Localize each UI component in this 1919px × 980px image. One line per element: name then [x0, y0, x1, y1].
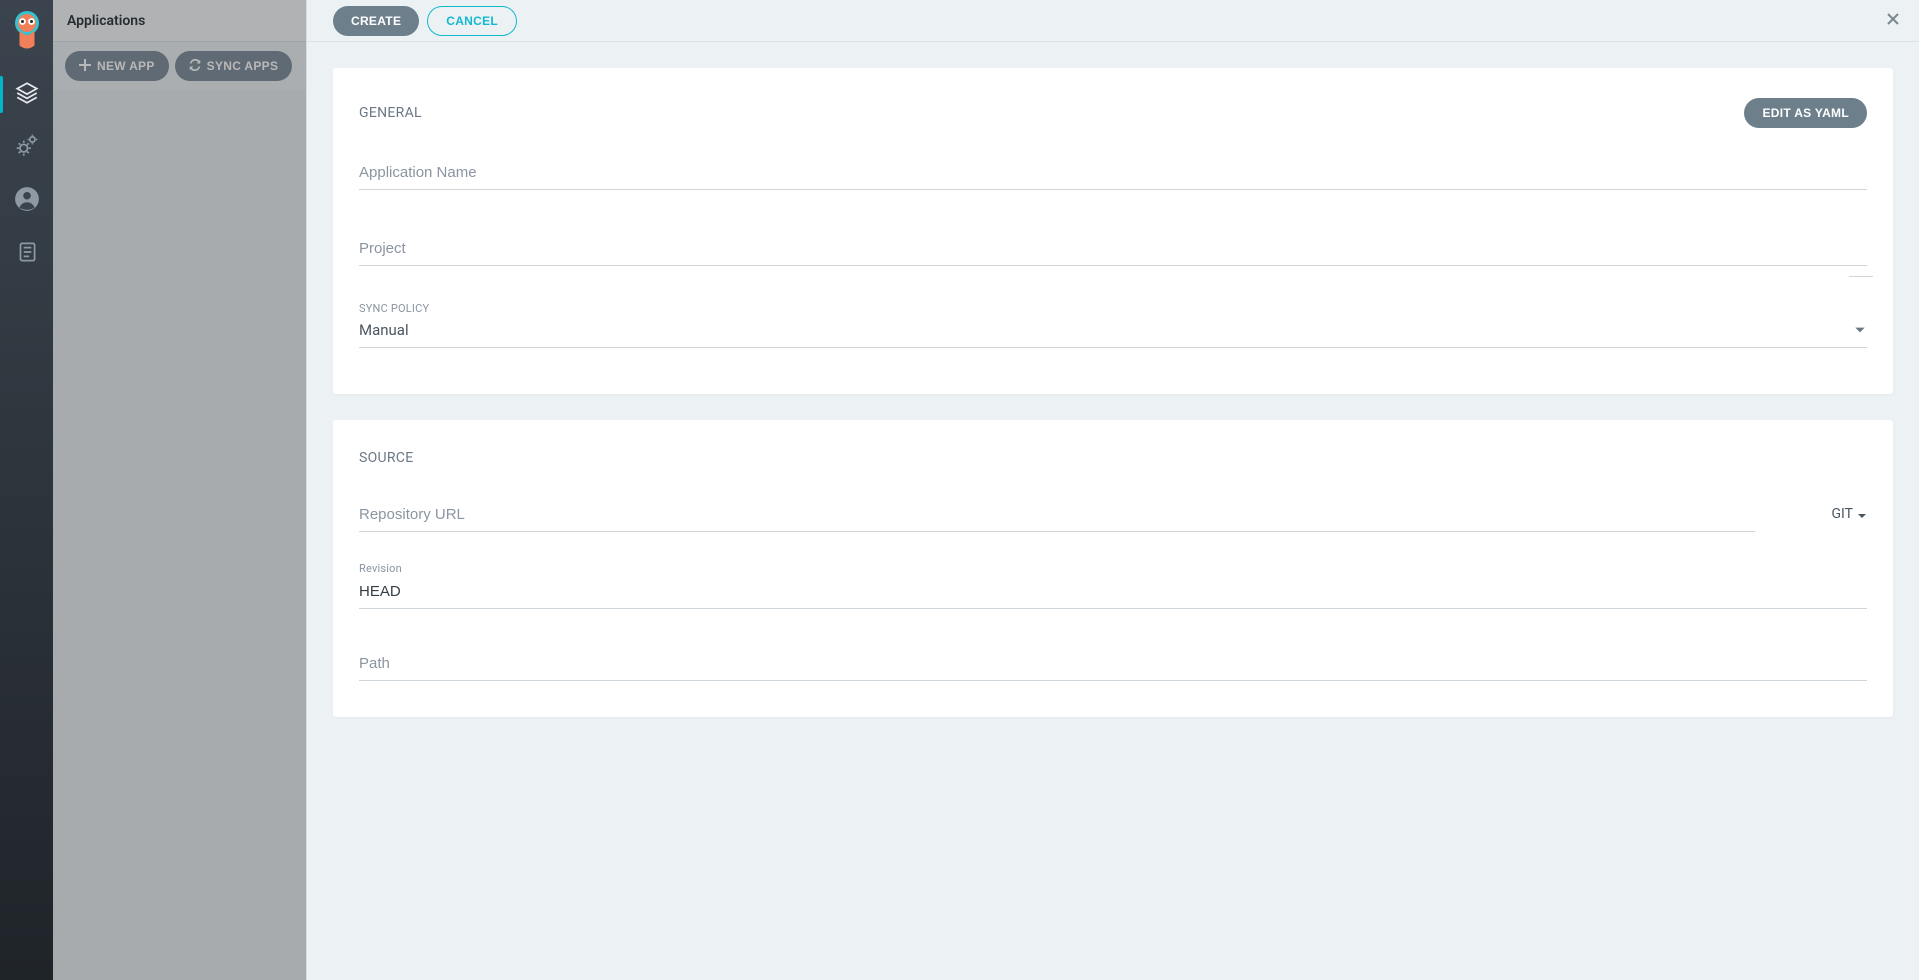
nav-docs[interactable]: [0, 227, 53, 280]
nav-icon-rail: [0, 0, 53, 980]
sidebar-title: Applications: [53, 0, 306, 42]
gears-icon: [14, 133, 40, 163]
new-app-label: NEW APP: [97, 59, 155, 73]
revision-field: Revision: [359, 562, 1867, 609]
nav-applications[interactable]: [0, 68, 53, 121]
plus-icon: [79, 59, 91, 74]
nav-settings[interactable]: [0, 121, 53, 174]
sidebar-toolbar: NEW APP SYNC APPS: [53, 42, 306, 90]
cancel-button[interactable]: CANCEL: [427, 6, 517, 36]
source-section-title: SOURCE: [359, 450, 414, 466]
close-icon: [1885, 11, 1901, 31]
argo-logo: [9, 4, 45, 60]
path-input[interactable]: [359, 649, 1867, 681]
applications-sidebar: Applications NEW APP SYNC APPS: [53, 0, 307, 980]
sync-icon: [189, 59, 201, 74]
sync-policy-field: SYNC POLICY Manual: [359, 302, 1867, 348]
edit-as-yaml-button[interactable]: EDIT AS YAML: [1744, 98, 1867, 128]
revision-label: Revision: [359, 562, 1867, 575]
path-field: [359, 649, 1867, 681]
sync-policy-value: Manual: [359, 321, 409, 339]
book-icon: [14, 239, 40, 269]
application-name-field: [359, 158, 1867, 190]
source-card: SOURCE GIT Revision: [333, 420, 1893, 717]
layers-icon: [14, 80, 40, 110]
general-section-title: GENERAL: [359, 105, 422, 121]
project-field: [359, 234, 1867, 266]
revision-input[interactable]: [359, 577, 1867, 609]
chevron-down-icon: [1853, 323, 1867, 337]
close-panel-button[interactable]: [1883, 11, 1903, 31]
project-input[interactable]: [359, 234, 1867, 266]
create-button[interactable]: CREATE: [333, 6, 419, 36]
sync-apps-button[interactable]: SYNC APPS: [175, 51, 293, 81]
nav-user[interactable]: [0, 174, 53, 227]
panel-body[interactable]: GENERAL EDIT AS YAML SYNC POLICY Manual: [307, 42, 1919, 980]
create-application-panel: CREATE CANCEL GENERAL EDIT AS YAML: [307, 0, 1919, 980]
panel-header: CREATE CANCEL: [307, 0, 1919, 42]
general-card: GENERAL EDIT AS YAML SYNC POLICY Manual: [333, 68, 1893, 394]
user-circle-icon: [14, 186, 40, 216]
sync-apps-label: SYNC APPS: [207, 59, 279, 73]
sync-policy-select[interactable]: Manual: [359, 317, 1867, 348]
sync-policy-label: SYNC POLICY: [359, 302, 1867, 315]
repository-url-input[interactable]: [359, 500, 1755, 532]
caret-down-icon: [1857, 509, 1867, 519]
new-app-button[interactable]: NEW APP: [65, 51, 169, 81]
repo-type-select[interactable]: GIT: [1771, 506, 1867, 532]
repository-url-row: GIT: [359, 500, 1867, 532]
repo-type-label: GIT: [1832, 506, 1854, 522]
application-name-input[interactable]: [359, 158, 1867, 190]
